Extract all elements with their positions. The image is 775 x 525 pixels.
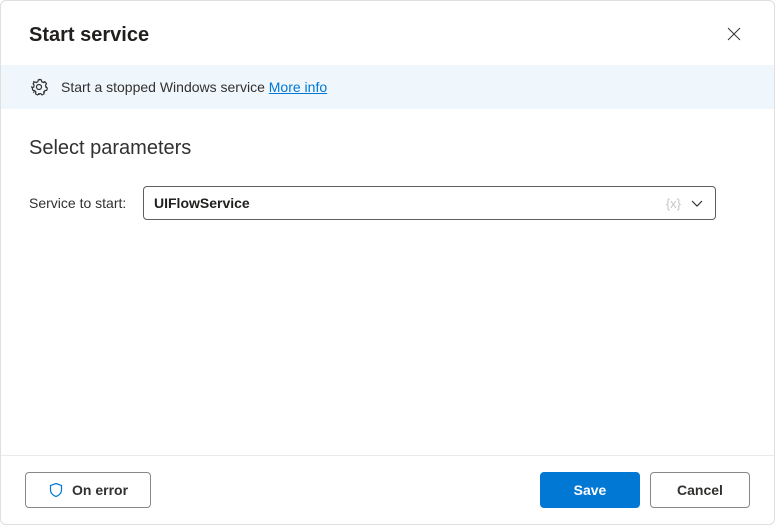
service-combobox[interactable]: UIFlowService {x}	[143, 186, 716, 220]
dialog-content: Select parameters Service to start: UIFl…	[1, 109, 774, 455]
dialog-start-service: Start service Start a stopped Windows se…	[0, 0, 775, 525]
banner-description: Start a stopped Windows service	[61, 79, 265, 95]
variable-hint: {x}	[666, 196, 681, 211]
section-title: Select parameters	[29, 137, 746, 160]
cancel-button[interactable]: Cancel	[650, 472, 750, 508]
param-info-button[interactable]	[726, 193, 746, 213]
info-banner: Start a stopped Windows service More inf…	[1, 65, 774, 109]
combo-selected-value: UIFlowService	[154, 195, 666, 211]
dialog-footer: On error Save Cancel	[1, 455, 774, 524]
shield-icon	[48, 482, 64, 498]
combo-wrapper: UIFlowService {x}	[143, 186, 746, 220]
banner-text: Start a stopped Windows service More inf…	[61, 79, 327, 95]
more-info-link[interactable]: More info	[269, 79, 327, 95]
save-button[interactable]: Save	[540, 472, 640, 508]
param-label-service: Service to start:	[29, 195, 133, 211]
on-error-button[interactable]: On error	[25, 472, 151, 508]
dialog-title: Start service	[29, 24, 149, 47]
save-label: Save	[574, 482, 607, 498]
gear-icon	[29, 77, 49, 97]
footer-actions: Save Cancel	[540, 472, 750, 508]
cancel-label: Cancel	[677, 482, 723, 498]
chevron-down-icon	[689, 195, 705, 211]
param-row-service: Service to start: UIFlowService {x}	[29, 186, 746, 220]
on-error-label: On error	[72, 482, 128, 498]
close-button[interactable]	[718, 19, 750, 51]
close-icon	[727, 27, 741, 44]
dialog-header: Start service	[1, 1, 774, 65]
